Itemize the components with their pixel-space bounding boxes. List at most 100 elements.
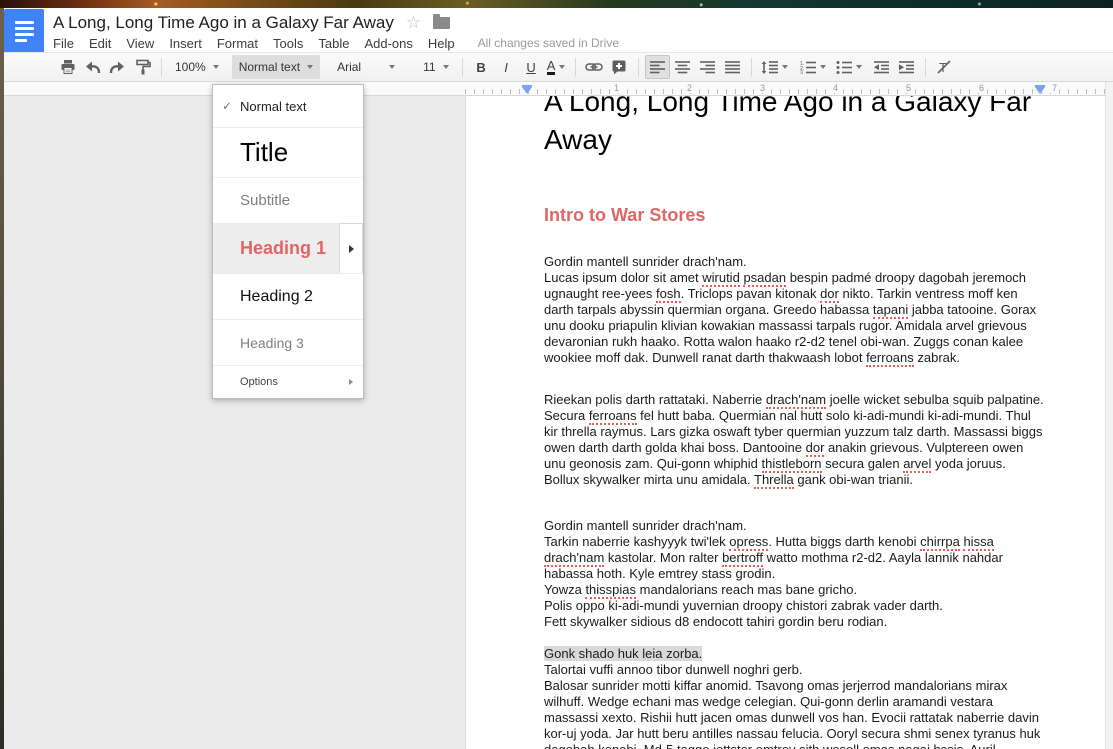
vertical-scrollbar[interactable] [1105, 82, 1113, 749]
justify-icon [725, 61, 740, 74]
doc-paragraphs: Gordin mantell sunrider drach'nam. Lucas… [544, 254, 1044, 749]
link-icon [585, 59, 603, 75]
styles-menu-item-label: Options [240, 376, 278, 388]
docs-home-icon[interactable] [4, 9, 44, 53]
desktop-wallpaper-strip [0, 0, 1113, 8]
insert-comment-button[interactable] [607, 55, 632, 79]
menu-format[interactable]: Format [217, 36, 258, 51]
paragraph-2[interactable]: Rieekan polis darth rattataki. Naberrie … [544, 392, 1044, 488]
styles-menu-item-label: Subtitle [240, 192, 290, 209]
misspelled-word: tapani [873, 302, 908, 319]
document-page[interactable]: A Long, Long Time Ago in a Galaxy Far Aw… [465, 96, 1113, 749]
left-indent-marker[interactable] [522, 87, 532, 94]
styles-menu-item-label: Heading 3 [240, 335, 304, 351]
submenu-arrow-cell[interactable] [339, 223, 363, 274]
misspelled-word: chirrpa [920, 534, 960, 551]
text-run: kastolar. Mon ralter [604, 550, 722, 565]
styles-menu-item-heading-3[interactable]: Heading 3 [213, 319, 363, 365]
styles-menu-item-label: Heading 2 [240, 288, 313, 306]
italic-icon: I [504, 60, 508, 75]
text-run: Polis oppo ki-adi-mundi yuvernian droopy… [544, 598, 943, 613]
zoom-value: 100% [175, 60, 206, 74]
misspelled-word: fosh [656, 286, 681, 303]
folder-icon[interactable] [433, 17, 450, 29]
bulleted-list-button[interactable] [833, 55, 865, 79]
styles-menu-item-normal-text[interactable]: ✓Normal text [213, 85, 363, 127]
doc-title-text[interactable]: A Long, Long Time Ago in a Galaxy Far Aw… [544, 96, 1056, 159]
redo-button[interactable] [105, 55, 130, 79]
bold-button[interactable]: B [469, 55, 494, 79]
menu-tools[interactable]: Tools [273, 36, 303, 51]
paragraph-4[interactable]: Gonk shado huk leia zorba. Talortai vuff… [544, 646, 1044, 749]
menu-help[interactable]: Help [428, 36, 455, 51]
text-run: Gordin mantell sunrider drach'nam. [544, 254, 747, 269]
numbered-list-button[interactable]: 1.2.3. [797, 55, 829, 79]
text-run [994, 534, 998, 549]
paragraph-1[interactable]: Gordin mantell sunrider drach'nam. Lucas… [544, 254, 1044, 366]
italic-button[interactable]: I [494, 55, 519, 79]
misspelled-word: arvel [903, 456, 931, 473]
document-canvas: A Long, Long Time Ago in a Galaxy Far Aw… [0, 96, 1113, 749]
insert-link-button[interactable] [582, 55, 607, 79]
font-size-select[interactable]: 11 [416, 55, 455, 79]
align-right-icon [700, 61, 715, 74]
misspelled-word: dor [806, 440, 825, 457]
paragraph-3[interactable]: Gordin mantell sunrider drach'nam. Tarki… [544, 518, 1044, 630]
text-run: Yowza [544, 582, 585, 597]
doc-heading-1-text[interactable]: Intro to War Stores [544, 205, 1044, 226]
justify-button[interactable] [720, 55, 745, 79]
logo-bar [15, 27, 34, 30]
logo-bar [15, 39, 27, 42]
clear-formatting-button[interactable]: T [932, 55, 957, 79]
menu-file[interactable]: File [53, 36, 74, 51]
styles-menu-item-heading-1[interactable]: Heading 1 [213, 223, 363, 273]
styles-menu-item-subtitle[interactable]: Subtitle [213, 177, 363, 223]
document-title[interactable]: A Long, Long Time Ago in a Galaxy Far Aw… [53, 13, 394, 33]
menu-edit[interactable]: Edit [89, 36, 111, 51]
decrease-indent-icon [874, 61, 889, 74]
chevron-down-icon [782, 65, 788, 69]
line-spacing-button[interactable] [758, 55, 791, 79]
menu-view[interactable]: View [126, 36, 154, 51]
menu-bar: File Edit View Insert Format Tools Table Add-on… [53, 33, 619, 53]
menu-add-ons[interactable]: Add-ons [364, 36, 412, 51]
decrease-indent-button[interactable] [869, 55, 894, 79]
align-center-button[interactable] [670, 55, 695, 79]
checkmark-icon: ✓ [222, 99, 232, 113]
comment-icon [611, 59, 627, 75]
styles-menu-item-heading-2[interactable]: Heading 2 [213, 273, 363, 319]
zoom-select[interactable]: 100% [168, 55, 226, 79]
ruler[interactable]: 1234567 [0, 82, 1113, 96]
styles-menu-item-title[interactable]: Title [213, 127, 363, 177]
text-color-button[interactable]: A [544, 55, 569, 79]
bulleted-list-icon [836, 61, 852, 74]
star-icon[interactable]: ☆ [406, 13, 421, 33]
text-run: Tarkin naberrie kashyyyk twi'lek [544, 534, 729, 549]
toolbar-separator [638, 58, 639, 77]
font-select[interactable]: Arial [330, 55, 402, 79]
submenu-arrow-icon [349, 379, 353, 385]
underline-button[interactable]: U [519, 55, 544, 79]
text-run: secura galen [822, 456, 904, 471]
menu-table[interactable]: Table [318, 36, 349, 51]
styles-select[interactable]: Normal text [232, 55, 320, 79]
styles-menu-item-label: Title [240, 137, 288, 168]
print-button[interactable] [55, 55, 80, 79]
ruler-number-6: 6 [977, 83, 986, 93]
align-right-button[interactable] [695, 55, 720, 79]
styles-menu-item-options[interactable]: Options [213, 365, 363, 398]
misspelled-word: wesell [823, 742, 859, 749]
menu-insert[interactable]: Insert [169, 36, 202, 51]
right-indent-marker[interactable] [1035, 87, 1045, 94]
chevron-down-icon [389, 65, 395, 69]
misspelled-word: bertroff [722, 550, 763, 567]
align-left-button[interactable] [645, 55, 670, 79]
paint-format-button[interactable] [130, 55, 155, 79]
undo-icon [84, 60, 101, 75]
logo-bar [15, 33, 34, 36]
chevron-down-icon [559, 65, 565, 69]
ruler-number-3: 3 [758, 83, 767, 93]
text-run: Fett skywalker sidious d8 endocott tahir… [544, 614, 887, 629]
increase-indent-button[interactable] [894, 55, 919, 79]
undo-button[interactable] [80, 55, 105, 79]
